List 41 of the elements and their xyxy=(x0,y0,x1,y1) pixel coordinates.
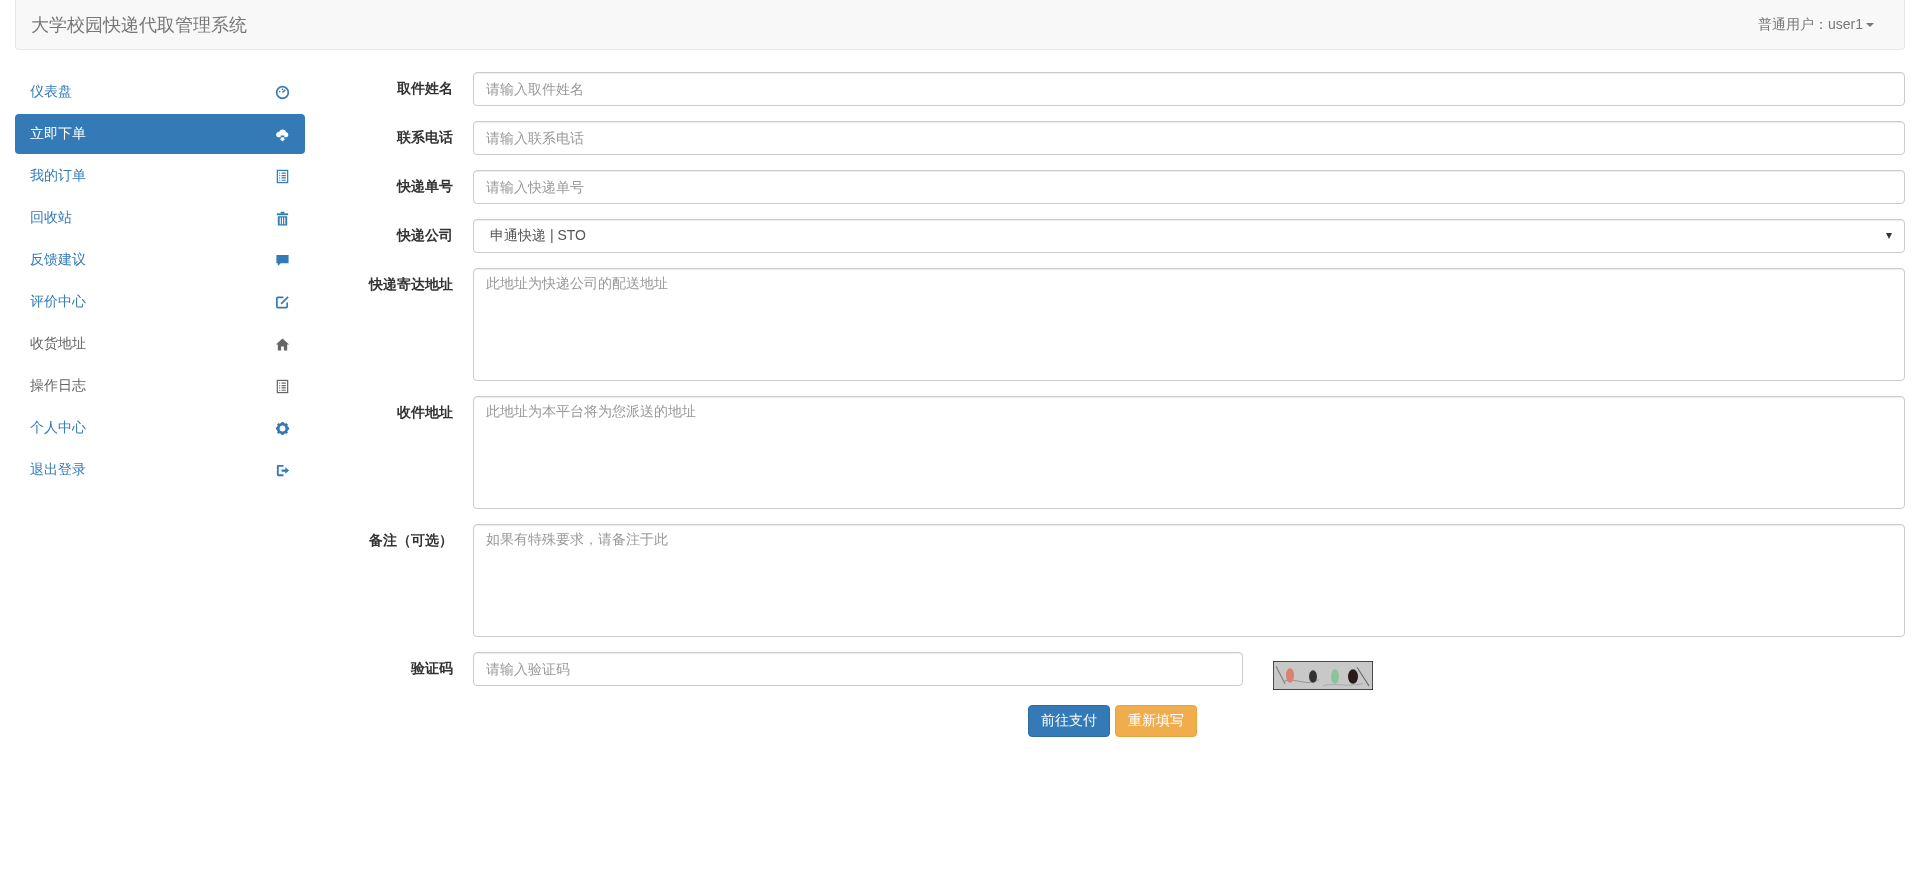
text-area[interactable]: 如果有特殊要求，请备注于此 xyxy=(473,524,1905,637)
comment-icon xyxy=(275,252,290,268)
field-label: 收件地址 xyxy=(396,403,453,422)
text-area[interactable]: 此地址为快递公司的配送地址 xyxy=(473,268,1905,381)
user-menu[interactable]: 普通用户：user1 xyxy=(1757,15,1889,34)
settings-icon xyxy=(275,420,290,436)
captcha-field[interactable]: 请输入验证码 xyxy=(473,652,1243,686)
field-label: 验证码 xyxy=(410,659,453,678)
field-label: 备注（可选） xyxy=(368,531,453,550)
text-area[interactable]: 此地址为本平台将为您派送的地址 xyxy=(473,396,1905,509)
input-field[interactable]: 请输入快递单号 xyxy=(473,170,1905,204)
home-icon xyxy=(275,336,290,352)
field-label: 快递单号 xyxy=(395,177,453,196)
sidebar-item[interactable]: 退出登录 xyxy=(15,450,305,490)
caret-icon xyxy=(1866,22,1874,27)
cloud-download-icon xyxy=(275,126,290,142)
input-field[interactable]: 请输入取件姓名 xyxy=(473,72,1905,106)
input-field[interactable]: 请输入联系电话 xyxy=(473,121,1905,155)
list-icon xyxy=(275,378,290,394)
sidebar-item[interactable]: 立即下单 xyxy=(15,114,305,154)
edit-icon xyxy=(275,294,290,310)
list-icon xyxy=(275,168,290,184)
select-field[interactable]: 申通快递 | STO xyxy=(473,219,1905,253)
trash-icon xyxy=(275,210,290,226)
sidebar-item[interactable]: 回收站 xyxy=(15,198,305,238)
field-label: 取件姓名 xyxy=(396,79,453,98)
gauge-icon xyxy=(275,84,290,100)
field-label: 快递寄达地址 xyxy=(367,275,453,294)
field-label: 联系电话 xyxy=(395,128,453,147)
form-button[interactable]: 前往支付 xyxy=(1028,705,1110,737)
sidebar-item[interactable]: 评价中心 xyxy=(15,282,305,322)
logout-icon xyxy=(275,462,290,478)
app-title: 大学校园快递代取管理系统 xyxy=(31,13,247,37)
sidebar-item[interactable]: 仪表盘 xyxy=(15,72,305,112)
dropdown-icon xyxy=(1886,233,1892,239)
sidebar-item[interactable]: 收货地址 xyxy=(15,324,305,364)
sidebar-item[interactable]: 操作日志 xyxy=(15,366,305,406)
sidebar-item[interactable]: 反馈建议 xyxy=(15,240,305,280)
sidebar-item[interactable]: 个人中心 xyxy=(15,408,305,448)
sidebar-item[interactable]: 我的订单 xyxy=(15,156,305,196)
field-label: 快递公司 xyxy=(395,226,453,245)
